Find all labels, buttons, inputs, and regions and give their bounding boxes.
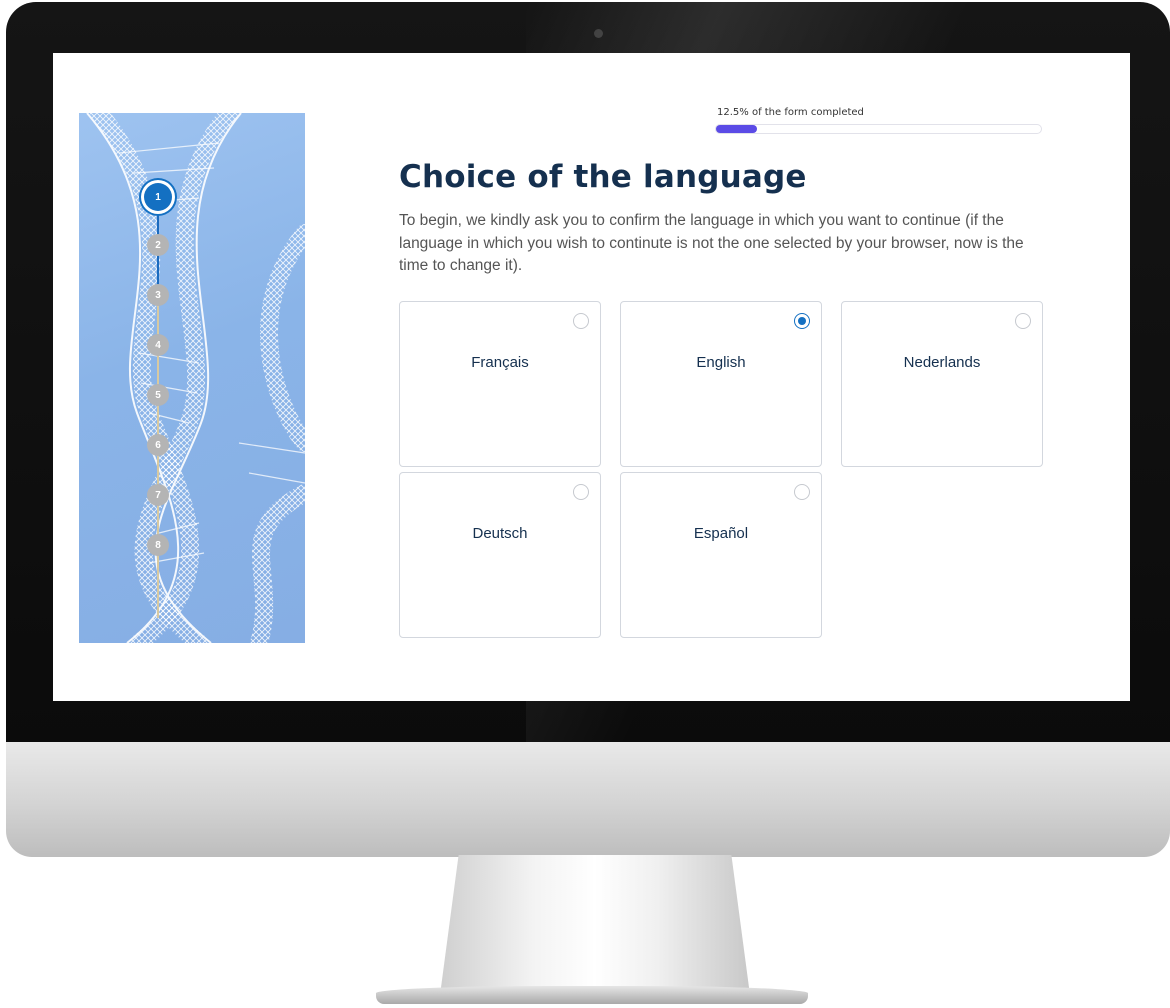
language-label: Español [693, 525, 749, 542]
step-3[interactable]: 3 [147, 284, 169, 306]
language-label: Français [471, 354, 529, 371]
page-title: Choice of the language [399, 159, 807, 195]
monitor: 1 2 3 4 5 6 7 8 12.5% of the form comple… [0, 0, 1170, 1008]
step-5[interactable]: 5 [147, 384, 169, 406]
language-label: English [696, 354, 746, 371]
step-number: 7 [155, 489, 161, 501]
step-4[interactable]: 4 [147, 334, 169, 356]
language-card-nederlands[interactable]: Nederlands [841, 301, 1043, 467]
language-card-deutsch[interactable]: Deutsch [399, 472, 601, 638]
radio-button[interactable] [573, 484, 589, 500]
language-card-francais[interactable]: Français [399, 301, 601, 467]
step-number: 2 [155, 239, 161, 251]
step-number: 4 [155, 339, 161, 351]
progress-bar [715, 124, 1042, 134]
step-number: 5 [155, 389, 161, 401]
side-panel: 1 2 3 4 5 6 7 8 [79, 113, 305, 643]
monitor-foot [376, 986, 808, 1004]
monitor-chin [6, 742, 1170, 857]
radio-button[interactable] [573, 313, 589, 329]
step-number: 6 [155, 439, 161, 451]
step-2[interactable]: 2 [147, 234, 169, 256]
camera-dot [594, 29, 603, 38]
radio-button[interactable] [794, 313, 810, 329]
progress-fill [716, 125, 757, 133]
language-label: Nederlands [903, 354, 981, 371]
step-6[interactable]: 6 [147, 434, 169, 456]
dna-illustration [86, 113, 305, 643]
step-7[interactable]: 7 [147, 484, 169, 506]
monitor-stand [440, 855, 750, 995]
radio-button[interactable] [1015, 313, 1031, 329]
step-1[interactable]: 1 [144, 183, 172, 211]
intro-text: To begin, we kindly ask you to confirm t… [399, 212, 1024, 274]
language-card-espanol[interactable]: Español [620, 472, 822, 638]
step-8[interactable]: 8 [147, 534, 169, 556]
step-number: 1 [155, 191, 161, 203]
language-label: Deutsch [472, 525, 528, 542]
radio-button[interactable] [794, 484, 810, 500]
progress-label: 12.5% of the form completed [717, 107, 864, 118]
language-card-english[interactable]: English [620, 301, 822, 467]
step-number: 8 [155, 539, 161, 551]
screen: 1 2 3 4 5 6 7 8 12.5% of the form comple… [53, 53, 1130, 701]
step-number: 3 [155, 289, 161, 301]
language-options: Français English Nederlands Deutsch Espa… [399, 301, 1044, 641]
